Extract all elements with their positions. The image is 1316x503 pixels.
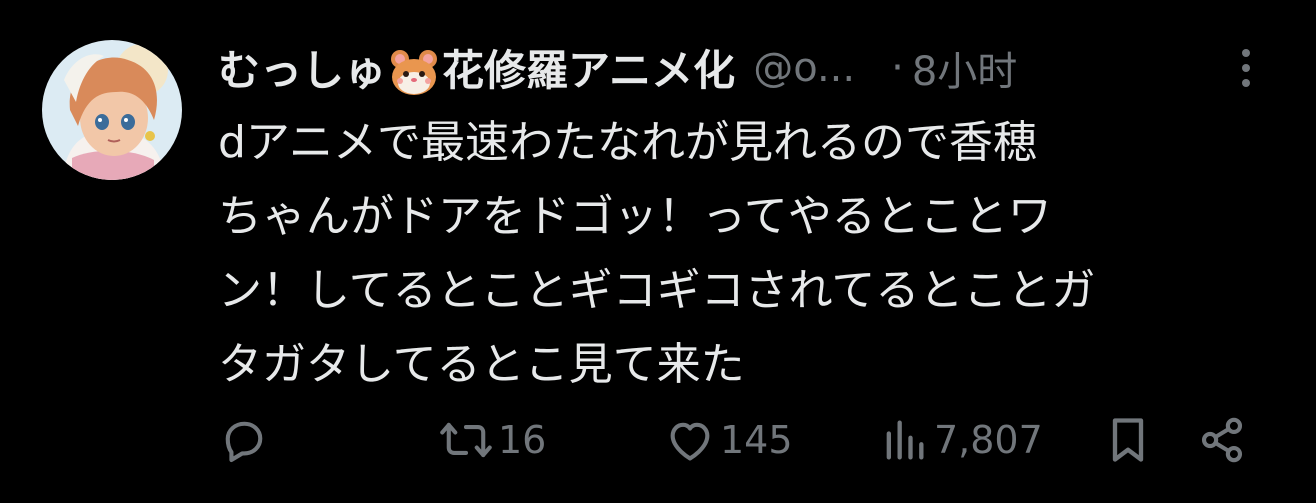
retweet-count: 16 — [498, 418, 547, 462]
share-icon — [1201, 417, 1243, 463]
timestamp[interactable]: 8小时 — [912, 39, 1017, 97]
like-button[interactable]: 145 — [664, 412, 793, 468]
retweet-icon — [440, 422, 492, 458]
retweet-button[interactable]: 16 — [438, 412, 546, 468]
tweet-text: dアニメで最速わたなれが見れるので香穂 ちゃんがドアをドゴッ！ってやるとことワ … — [218, 117, 1096, 390]
more-button[interactable] — [1234, 46, 1258, 90]
views-icon — [886, 420, 924, 460]
display-name-prefix[interactable]: むっしゅ — [218, 46, 386, 95]
separator-dot: · — [891, 45, 904, 91]
like-count: 145 — [720, 418, 793, 462]
action-bar: 16 145 7,807 — [218, 412, 1258, 468]
avatar[interactable] — [42, 40, 182, 180]
bookmark-button[interactable] — [1106, 412, 1150, 468]
more-vertical-icon — [1242, 49, 1250, 87]
views-count: 7,807 — [934, 418, 1043, 462]
tweet-header: むっしゅ 花修羅アニメ化 @o... · 8小时 — [218, 38, 1298, 98]
views-button[interactable]: 7,807 — [878, 412, 1043, 468]
reply-button[interactable] — [218, 412, 274, 468]
bookmark-icon — [1112, 418, 1144, 462]
reply-icon — [225, 421, 263, 462]
share-button[interactable] — [1196, 412, 1248, 468]
display-name[interactable]: むっしゅ 花修羅アニメ化 — [218, 37, 735, 100]
display-name-suffix[interactable]: 花修羅アニメ化 — [442, 46, 735, 95]
user-handle[interactable]: @o... — [753, 45, 855, 91]
anime-avatar-icon — [42, 40, 182, 180]
hamster-face-icon — [391, 50, 438, 96]
heart-icon — [670, 422, 710, 461]
